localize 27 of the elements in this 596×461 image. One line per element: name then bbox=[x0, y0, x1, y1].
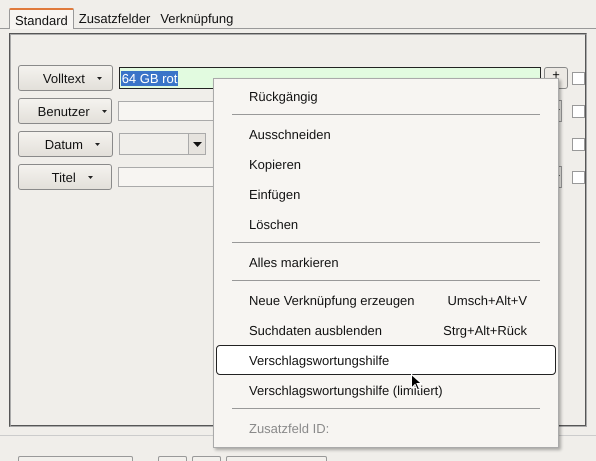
tab[interactable]: Standard bbox=[9, 8, 74, 29]
field-menu-button[interactable]: Titel bbox=[18, 164, 112, 190]
menu-item[interactable]: Ausschneiden bbox=[216, 119, 556, 149]
date-dropdown[interactable] bbox=[118, 133, 206, 155]
caret-icon bbox=[96, 76, 102, 80]
menu-item[interactable]: Neue Verknüpfung erzeugen Umsch+Alt+V bbox=[216, 285, 556, 315]
checkbox[interactable] bbox=[572, 72, 585, 84]
dropdown-arrow-icon bbox=[192, 142, 202, 146]
tab[interactable]: Zusatzfelder bbox=[74, 8, 156, 28]
menu-item[interactable]: Suchdaten ausblenden Strg+Alt+Rück bbox=[216, 315, 556, 345]
caret-icon bbox=[95, 142, 100, 146]
field-menu-button[interactable]: Volltext bbox=[18, 65, 113, 91]
field-menu-button[interactable]: Benutzer bbox=[18, 98, 112, 124]
checkbox[interactable] bbox=[572, 138, 585, 150]
menu-item[interactable]: Alles markieren bbox=[216, 247, 556, 277]
menu-item[interactable]: Verschlagswortungshilfe bbox=[216, 345, 556, 375]
checkbox[interactable] bbox=[572, 170, 585, 184]
caret-icon bbox=[102, 110, 107, 112]
menu-item[interactable]: Verschlagswortungshilfe (limitiert) bbox=[216, 375, 556, 405]
menu-item[interactable]: Löschen bbox=[216, 209, 556, 239]
menu-item[interactable]: Einfügen bbox=[216, 179, 556, 209]
tab[interactable]: Verknüpfung bbox=[155, 8, 238, 28]
field-menu-button[interactable]: Datum bbox=[18, 131, 113, 157]
menu-item[interactable]: Rückgängig bbox=[216, 81, 556, 111]
caret-icon bbox=[88, 176, 93, 178]
checkbox[interactable] bbox=[572, 104, 585, 118]
menu-item[interactable]: Kopieren bbox=[216, 149, 556, 179]
